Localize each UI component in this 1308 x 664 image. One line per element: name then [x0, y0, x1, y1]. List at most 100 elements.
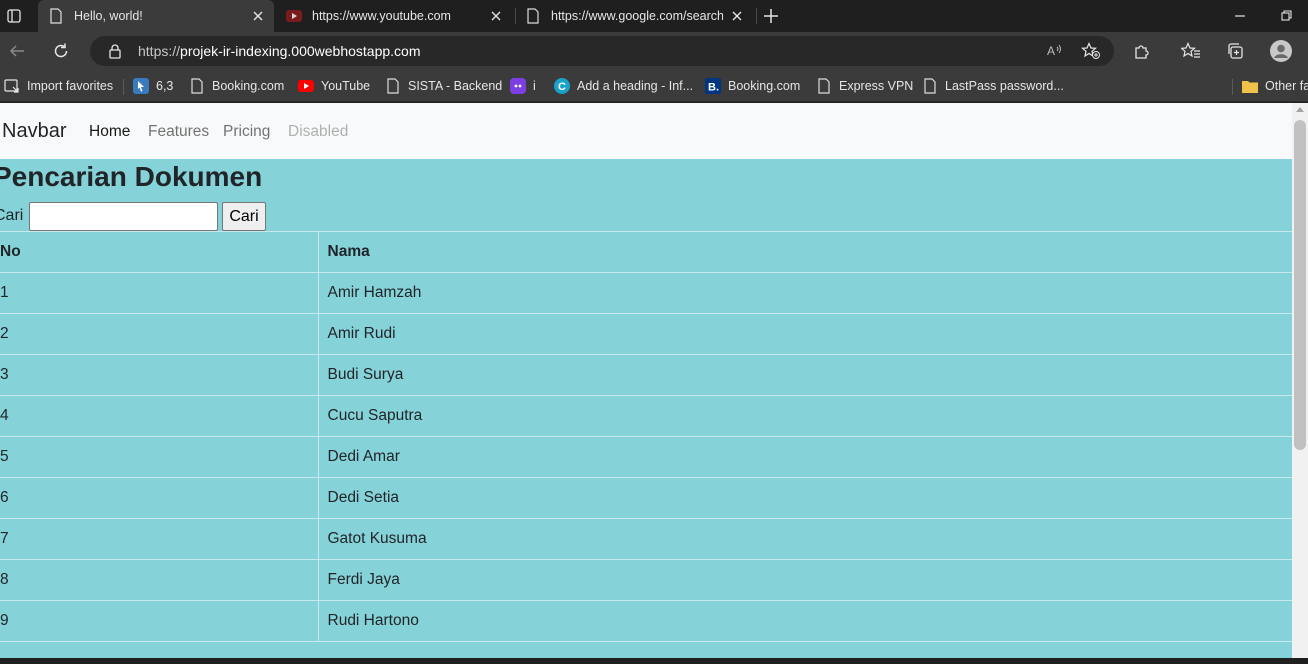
navbar-brand[interactable]: Navbar — [2, 120, 66, 143]
column-header-no: No — [0, 231, 319, 273]
cell-nama: Gatot Kusuma — [318, 518, 1292, 560]
page-icon — [48, 8, 64, 24]
bookmark-booking-com-2[interactable]: B. Booking.com — [705, 76, 800, 96]
results-table: No Nama 1 Amir Hamzah 2 Amir Rudi 3 Budi Su… — [0, 231, 1292, 642]
youtube-icon — [286, 8, 302, 24]
read-aloud-icon[interactable]: A — [1045, 41, 1065, 61]
window-bottom-edge — [0, 658, 1308, 664]
cell-nama: Cucu Saputra — [318, 395, 1292, 437]
bookmark-label: Booking.com — [728, 79, 801, 93]
svg-text:B.: B. — [708, 82, 719, 94]
collections-icon[interactable] — [1225, 41, 1245, 61]
page-icon — [525, 8, 541, 24]
add-favorite-icon[interactable] — [1081, 41, 1101, 61]
table-row: 8 Ferdi Jaya — [0, 559, 1292, 601]
tab-hello-world[interactable]: Hello, world! — [38, 0, 274, 32]
bookmarks-bar: Import favorites 6,3 Booking.com YouTube… — [0, 70, 1308, 102]
table-row: 3 Budi Surya — [0, 354, 1292, 396]
nav-link-disabled: Disabled — [288, 123, 349, 140]
page-scrollbar[interactable] — [1292, 103, 1308, 658]
tab-google-search[interactable]: https://www.google.com/search? — [517, 0, 753, 32]
tab-divider — [756, 8, 757, 24]
bookmark-label: Other fa — [1265, 79, 1308, 93]
cell-no: 4 — [0, 395, 319, 437]
bookmark-import-favorites[interactable]: Import favorites — [4, 76, 113, 96]
tab-youtube[interactable]: https://www.youtube.com — [278, 0, 512, 32]
favorites-icon[interactable] — [1181, 41, 1201, 61]
booking-icon: B. — [705, 78, 721, 94]
nav-link-home[interactable]: Home — [89, 123, 130, 141]
url-host: projek-ir-indexing.000webhostapp.com — [180, 43, 421, 59]
extensions-icon[interactable] — [1132, 41, 1152, 61]
nav-link-features[interactable]: Features — [148, 123, 209, 141]
table-row: 1 Amir Hamzah — [0, 272, 1292, 314]
address-bar[interactable]: https://projek-ir-indexing.000webhostapp… — [90, 36, 1114, 66]
cell-no: 1 — [0, 272, 319, 314]
purple-app-icon — [510, 78, 526, 94]
bookmark-label: SISTA - Backend — [408, 79, 503, 93]
back-icon[interactable] — [7, 41, 27, 61]
scrollbar-thumb[interactable] — [1294, 120, 1306, 450]
cell-nama: Rudi Hartono — [318, 600, 1292, 642]
folder-icon — [1242, 78, 1258, 94]
page-icon — [189, 78, 205, 94]
table-row: 9 Rudi Hartono — [0, 600, 1292, 642]
profile-avatar-icon[interactable] — [1270, 40, 1292, 62]
column-header-nama: Nama — [318, 231, 1292, 273]
svg-text:A: A — [1047, 44, 1055, 58]
nav-link-pricing[interactable]: Pricing — [223, 123, 270, 141]
tab-divider — [515, 8, 516, 24]
bookmark-label: LastPass password... — [945, 79, 1064, 93]
refresh-icon[interactable] — [51, 41, 71, 61]
search-label: Cari : — [0, 207, 32, 224]
bookmark-label: Booking.com — [212, 79, 285, 93]
bookmark-divider — [123, 79, 124, 95]
cell-nama: Dedi Amar — [318, 436, 1292, 478]
bookmark-youtube[interactable]: YouTube — [298, 76, 370, 96]
import-icon — [4, 78, 20, 94]
restore-icon[interactable] — [1278, 8, 1294, 24]
youtube-icon — [298, 78, 314, 94]
bookmark-i[interactable]: i — [510, 76, 536, 96]
close-tab-icon[interactable] — [488, 8, 504, 24]
close-tab-icon[interactable] — [729, 8, 745, 24]
cell-no: 8 — [0, 559, 319, 601]
url-text: https://projek-ir-indexing.000webhostapp… — [138, 43, 421, 59]
close-tab-icon[interactable] — [250, 8, 266, 24]
page-icon — [816, 78, 832, 94]
cell-no: 6 — [0, 477, 319, 519]
cell-nama: Ferdi Jaya — [318, 559, 1292, 601]
scroll-up-arrow-icon[interactable] — [1296, 107, 1304, 112]
search-input[interactable] — [29, 202, 218, 231]
table-header-row: No Nama — [0, 231, 1292, 273]
page-content: Navbar Home Features Pricing Disabled Pe… — [0, 103, 1292, 658]
cursor-site-icon — [133, 78, 149, 94]
cell-no: 9 — [0, 600, 319, 642]
minimize-icon[interactable] — [1232, 8, 1248, 24]
lock-icon[interactable] — [105, 41, 125, 61]
bookmark-add-a-heading[interactable]: C Add a heading - Inf... — [554, 76, 693, 96]
table-row: 7 Gatot Kusuma — [0, 518, 1292, 560]
bookmark-sista-backend[interactable]: SISTA - Backend — [385, 76, 502, 96]
table-row: 2 Amir Rudi — [0, 313, 1292, 355]
bookmark-lastpass[interactable]: LastPass password... — [922, 76, 1064, 96]
cell-nama: Budi Surya — [318, 354, 1292, 396]
bookmark-label: 6,3 — [156, 79, 174, 93]
url-scheme: https:// — [138, 43, 181, 59]
search-button[interactable]: Cari — [222, 202, 266, 231]
new-tab-icon[interactable] — [762, 7, 780, 25]
bookmark-6-3[interactable]: 6,3 — [133, 76, 173, 96]
bookmark-label: i — [533, 79, 536, 93]
browser-toolbar: https://projek-ir-indexing.000webhostapp… — [0, 32, 1308, 70]
canva-icon: C — [554, 78, 570, 94]
cell-nama: Amir Rudi — [318, 313, 1292, 355]
table-row: 4 Cucu Saputra — [0, 395, 1292, 437]
bookmark-label: Import favorites — [27, 79, 114, 93]
bookmark-other-favorites[interactable]: Other fa — [1242, 76, 1308, 96]
tab-title: https://www.google.com/search? — [551, 9, 723, 23]
tab-actions-icon[interactable] — [6, 8, 22, 24]
site-navbar: Navbar Home Features Pricing Disabled — [0, 103, 1292, 159]
bookmark-booking-com[interactable]: Booking.com — [189, 76, 284, 96]
bookmark-express-vpn[interactable]: Express VPN — [816, 76, 913, 96]
tab-strip: Hello, world! https://www.youtube.com ht… — [0, 0, 1308, 32]
